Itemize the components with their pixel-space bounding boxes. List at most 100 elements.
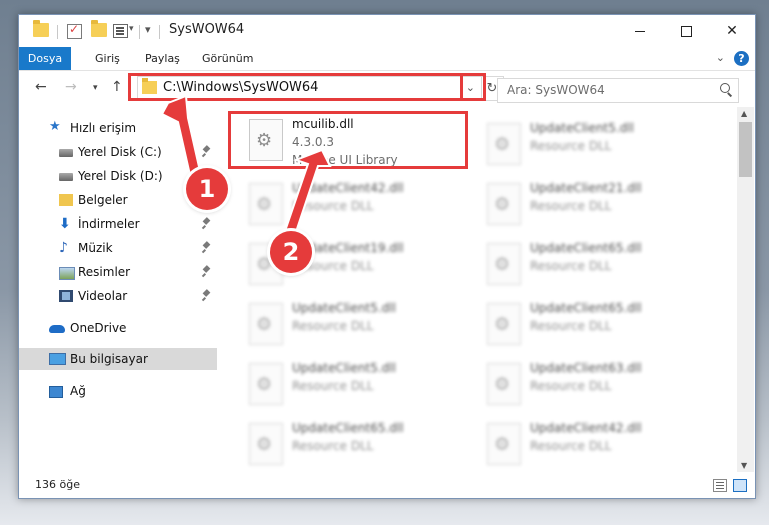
cloud-icon: [49, 325, 65, 333]
status-bar: 136 öğe: [19, 472, 755, 498]
customize-toolbar-icon[interactable]: ▾: [145, 23, 151, 36]
dll-file-icon: [487, 123, 521, 165]
video-icon: [59, 290, 73, 302]
file-name: UpdateClient65.dll: [530, 301, 642, 315]
navigation-pane: ★ Hızlı erişim Yerel Disk (C:) Yerel Dis…: [19, 107, 217, 472]
help-icon[interactable]: ?: [734, 51, 749, 66]
network-icon: [49, 386, 63, 398]
file-tile[interactable]: UpdateClient5.dll Resource DLL: [244, 359, 474, 415]
computer-icon: [49, 353, 66, 365]
file-type: Resource DLL: [530, 439, 612, 453]
scrollbar-thumb[interactable]: [739, 122, 752, 177]
maximize-button[interactable]: [663, 15, 709, 47]
tab-dosya[interactable]: Dosya: [19, 47, 71, 70]
dll-file-icon: [249, 423, 283, 465]
file-type: Resource DLL: [530, 199, 612, 213]
sidebar-item-videos[interactable]: Videolar: [19, 285, 217, 307]
details-view-icon[interactable]: [713, 479, 727, 492]
tab-giris[interactable]: Giriş: [95, 47, 120, 70]
file-name: UpdateClient5.dll: [292, 301, 396, 315]
file-tile[interactable]: UpdateClient65.dll Resource DLL: [482, 239, 712, 295]
maximize-icon: [680, 25, 692, 37]
close-icon: ✕: [726, 23, 738, 39]
file-tile[interactable]: UpdateClient63.dll Resource DLL: [482, 359, 712, 415]
file-type: Resource DLL: [530, 379, 612, 393]
dll-file-icon: [487, 423, 521, 465]
tiles-view-icon[interactable]: [733, 479, 747, 492]
file-name: UpdateClient65.dll: [530, 241, 642, 255]
file-tile[interactable]: UpdateClient65.dll Resource DLL: [482, 299, 712, 355]
back-arrow-icon[interactable]: ←: [35, 79, 47, 95]
file-tile[interactable]: UpdateClient21.dll Resource DLL: [482, 179, 712, 235]
close-button[interactable]: ✕: [709, 15, 755, 47]
address-highlight-box: [128, 73, 486, 101]
sidebar-item-pictures[interactable]: Resimler: [19, 261, 217, 283]
sidebar-item-onedrive[interactable]: OneDrive: [19, 317, 217, 339]
divider: [159, 25, 160, 39]
search-box[interactable]: Ara: SysWOW64: [497, 78, 739, 103]
properties-check-icon[interactable]: [67, 22, 82, 39]
pin-icon[interactable]: [203, 290, 211, 300]
sidebar-item-label: Hızlı erişim: [70, 121, 137, 135]
tab-gorunum[interactable]: Görünüm: [202, 47, 253, 70]
expand-ribbon-icon[interactable]: ⌄: [716, 51, 725, 64]
documents-folder-icon: [59, 194, 73, 206]
scroll-up-icon[interactable]: ▲: [741, 109, 747, 118]
file-tile[interactable]: UpdateClient42.dll Resource DLL: [482, 419, 712, 472]
scroll-down-icon[interactable]: ▼: [741, 461, 747, 470]
step-1-badge: 1: [186, 168, 228, 210]
refresh-highlight-box: [460, 73, 486, 101]
sidebar-item-this-pc[interactable]: Bu bilgisayar: [19, 348, 217, 370]
file-name: UpdateClient5.dll: [530, 121, 634, 135]
file-highlight-box: [228, 111, 468, 169]
vertical-scrollbar[interactable]: ▲ ▼: [737, 107, 754, 472]
sidebar-item-label: Ağ: [70, 384, 86, 398]
sidebar-item-local-disk-c[interactable]: Yerel Disk (C:): [19, 141, 217, 163]
dll-file-icon: [487, 183, 521, 225]
sidebar-item-network[interactable]: Ağ: [19, 380, 217, 402]
pin-icon[interactable]: [203, 146, 211, 156]
item-count: 136 öğe: [35, 478, 80, 491]
file-type: Resource DLL: [292, 319, 374, 333]
file-name: UpdateClient63.dll: [530, 361, 642, 375]
divider: [139, 25, 140, 39]
file-tile[interactable]: UpdateClient5.dll Resource DLL: [244, 299, 474, 355]
minimize-icon: [635, 30, 645, 32]
pin-icon[interactable]: [203, 242, 211, 252]
minimize-button[interactable]: [617, 15, 663, 47]
forward-arrow-icon[interactable]: →: [65, 79, 77, 95]
file-name: UpdateClient42.dll: [530, 421, 642, 435]
file-tile[interactable]: UpdateClient5.dll Resource DLL: [482, 119, 712, 175]
sidebar-item-label: Yerel Disk (D:): [78, 169, 163, 183]
divider: [57, 25, 58, 39]
chevron-down-icon[interactable]: ▾: [129, 24, 134, 34]
quick-access-menu-icon[interactable]: [113, 24, 128, 38]
sidebar-item-label: OneDrive: [70, 321, 127, 335]
file-tile[interactable]: UpdateClient42.dll Resource DLL: [244, 179, 474, 235]
dll-file-icon: [487, 243, 521, 285]
recent-locations-icon[interactable]: ▾: [93, 83, 98, 93]
file-type: Resource DLL: [292, 199, 374, 213]
star-icon: ★: [49, 119, 61, 134]
up-arrow-icon[interactable]: ↑: [111, 79, 123, 95]
pictures-icon: [59, 267, 75, 280]
folder-icon: [33, 20, 49, 37]
file-tile[interactable]: UpdateClient65.dll Resource DLL: [244, 419, 474, 472]
window-title: SysWOW64: [169, 22, 245, 37]
sidebar-item-music[interactable]: ♪ Müzik: [19, 237, 217, 259]
pin-icon[interactable]: [203, 266, 211, 276]
disk-icon: [59, 173, 73, 181]
search-icon[interactable]: [720, 83, 730, 93]
sidebar-item-quick-access[interactable]: ★ Hızlı erişim: [19, 117, 217, 139]
ribbon-tabs: Dosya Giriş Paylaş Görünüm ⌄ ?: [19, 47, 755, 71]
sidebar-item-downloads[interactable]: ⬇ İndirmeler: [19, 213, 217, 235]
file-type: Resource DLL: [530, 319, 612, 333]
sidebar-item-label: Resimler: [78, 265, 131, 279]
download-icon: ⬇: [59, 216, 71, 232]
dll-file-icon: [249, 363, 283, 405]
pin-icon[interactable]: [203, 218, 211, 228]
new-folder-icon[interactable]: [91, 20, 107, 37]
tab-paylas[interactable]: Paylaş: [145, 47, 180, 70]
file-type: Resource DLL: [530, 259, 612, 273]
sidebar-item-label: Müzik: [78, 241, 113, 255]
